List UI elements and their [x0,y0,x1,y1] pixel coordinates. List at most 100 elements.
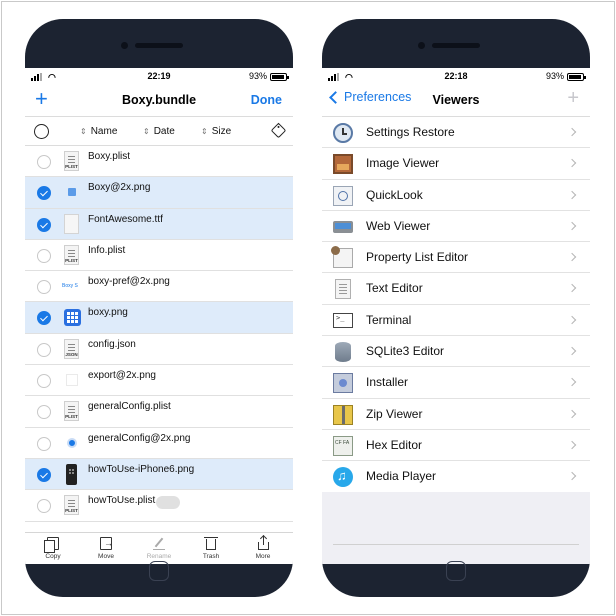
trash-button[interactable]: Trash [191,537,231,560]
list-item-label: Settings Restore [366,125,455,139]
file-row[interactable]: Boxy@2x.png [25,177,293,209]
list-item-quicklook[interactable]: QuickLook [322,179,590,211]
file-row[interactable]: export@2x.png [25,365,293,397]
row-checkbox[interactable] [37,436,51,451]
sort-by-size[interactable]: ⇕ Size [201,126,231,137]
gear-thumbnail-icon [67,437,77,448]
copy-icon [44,537,59,553]
list-item-sqlite3-editor[interactable]: SQLite3 Editor [322,336,590,368]
file-row[interactable]: FontAwesome.ttf [25,208,293,240]
blank-file-icon [64,213,79,234]
home-button [149,561,169,581]
sort-label: Name [90,126,118,137]
list-item-text-editor[interactable]: Text Editor [322,273,590,305]
list-item-label: Media Player [366,469,437,484]
chevron-right-icon [567,159,577,168]
status-bar: ◠ 22:19 93% [25,68,293,86]
right-phone: ◠ 22:18 93% Preferences Viewers + Settin… [322,19,590,597]
add-button[interactable]: + [567,88,579,108]
list-item-media-player[interactable]: Media Player [322,461,590,493]
viewer-list: Settings Restore Image Viewer QuickLook … [322,116,590,493]
navigation-bar: Preferences Viewers + [322,86,590,116]
list-item-label: Web Viewer [366,218,431,233]
list-item-label: Property List Editor [366,250,469,265]
web-icon [333,220,353,233]
row-checkbox-checked[interactable] [37,217,51,232]
row-checkbox[interactable] [37,248,51,263]
row-checkbox[interactable] [37,155,51,169]
row-checkbox[interactable] [37,499,51,514]
sort-by-date[interactable]: ⇕ Date [143,126,175,137]
row-checkbox-checked[interactable] [37,186,51,201]
file-row[interactable]: Boxy S boxy-pref@2x.png [25,271,293,303]
toolbar-label: Trash [202,553,220,560]
phone-thumbnail-icon [66,463,77,485]
row-checkbox-checked[interactable] [37,311,51,326]
toolbar-label: Move [98,553,114,560]
speaker-grille [135,43,183,48]
copy-button[interactable]: Copy [33,537,73,560]
file-name: config.json [88,338,136,350]
clock-icon [333,123,353,143]
row-checkbox[interactable] [37,280,51,295]
list-item-terminal[interactable]: Terminal [322,304,590,337]
list-item-label: Hex Editor [366,437,423,452]
quicklook-icon [333,185,353,206]
row-checkbox[interactable] [37,405,51,420]
music-icon [333,467,353,488]
camera-icon [418,42,425,49]
speaker-grille [432,43,480,48]
status-bar: ◠ 22:18 93% [322,68,590,86]
plist-file-icon: PLIST [64,401,79,422]
list-item-installer[interactable]: Installer [322,367,590,399]
row-checkbox[interactable] [37,374,51,389]
file-name: howToUse-iPhone6.png [88,463,195,475]
more-button[interactable]: More [243,536,283,560]
toggle-switch[interactable] [156,496,180,510]
file-row[interactable]: generalConfig@2x.png [25,428,293,459]
file-row[interactable]: PLIST Info.plist [25,240,293,272]
move-button[interactable]: Move [86,537,126,560]
file-name: boxy-pref@2x.png [88,276,170,288]
file-name: FontAwesome.ttf [88,213,163,225]
left-phone: ◠ 22:19 93% + Boxy.bundle Done ⇕ Name ⇕ Da… [25,19,293,597]
file-row[interactable]: howToUse-iPhone6.png [25,458,293,491]
file-row[interactable]: PLIST generalConfig.plist [25,396,293,428]
file-row[interactable]: PLIST Boxy.plist [25,146,293,178]
battery-percent: 93% [545,71,564,81]
list-item-zip-viewer[interactable]: Zip Viewer [322,398,590,430]
sort-by-name[interactable]: ⇕ Name [80,126,117,137]
list-item-image-viewer[interactable]: Image Viewer [322,148,590,180]
chevron-right-icon [567,472,577,481]
bottom-toolbar: Copy Move Rename Trash More [25,532,293,564]
page-title: Viewers [432,93,480,107]
list-item-label: Terminal [366,312,412,327]
divider [333,544,579,545]
list-item-property-list-editor[interactable]: Property List Editor [322,242,590,274]
battery-icon [270,73,289,81]
battery-icon [567,73,586,81]
file-row[interactable]: boxy.png [25,302,293,334]
chevron-right-icon [567,127,577,137]
done-button[interactable]: Done [251,93,282,107]
tag-icon[interactable] [270,122,287,139]
row-checkbox-checked[interactable] [37,467,51,482]
terminal-icon [333,312,353,328]
list-item-label: SQLite3 Editor [366,344,445,359]
list-item-web-viewer[interactable]: Web Viewer [322,210,590,243]
file-row[interactable]: JSON config.json [25,334,293,366]
toolbar-label: Rename [146,553,172,560]
list-item-settings-restore[interactable]: Settings Restore [322,117,590,149]
file-row[interactable]: PLIST howToUse.plist [25,490,293,522]
chevron-right-icon [567,190,577,199]
sort-bar: ⇕ Name ⇕ Date ⇕ Size [25,116,293,146]
list-item-hex-editor[interactable]: Hex Editor [322,429,590,462]
file-name: howToUse.plist [88,495,156,507]
rename-button[interactable]: Rename [139,537,179,560]
image-icon [333,154,353,175]
select-all-checkbox[interactable] [34,124,49,139]
plist-file-icon: PLIST [64,244,79,265]
list-item-label: Text Editor [366,281,423,296]
row-checkbox[interactable] [37,342,51,357]
chevron-right-icon [567,346,577,356]
